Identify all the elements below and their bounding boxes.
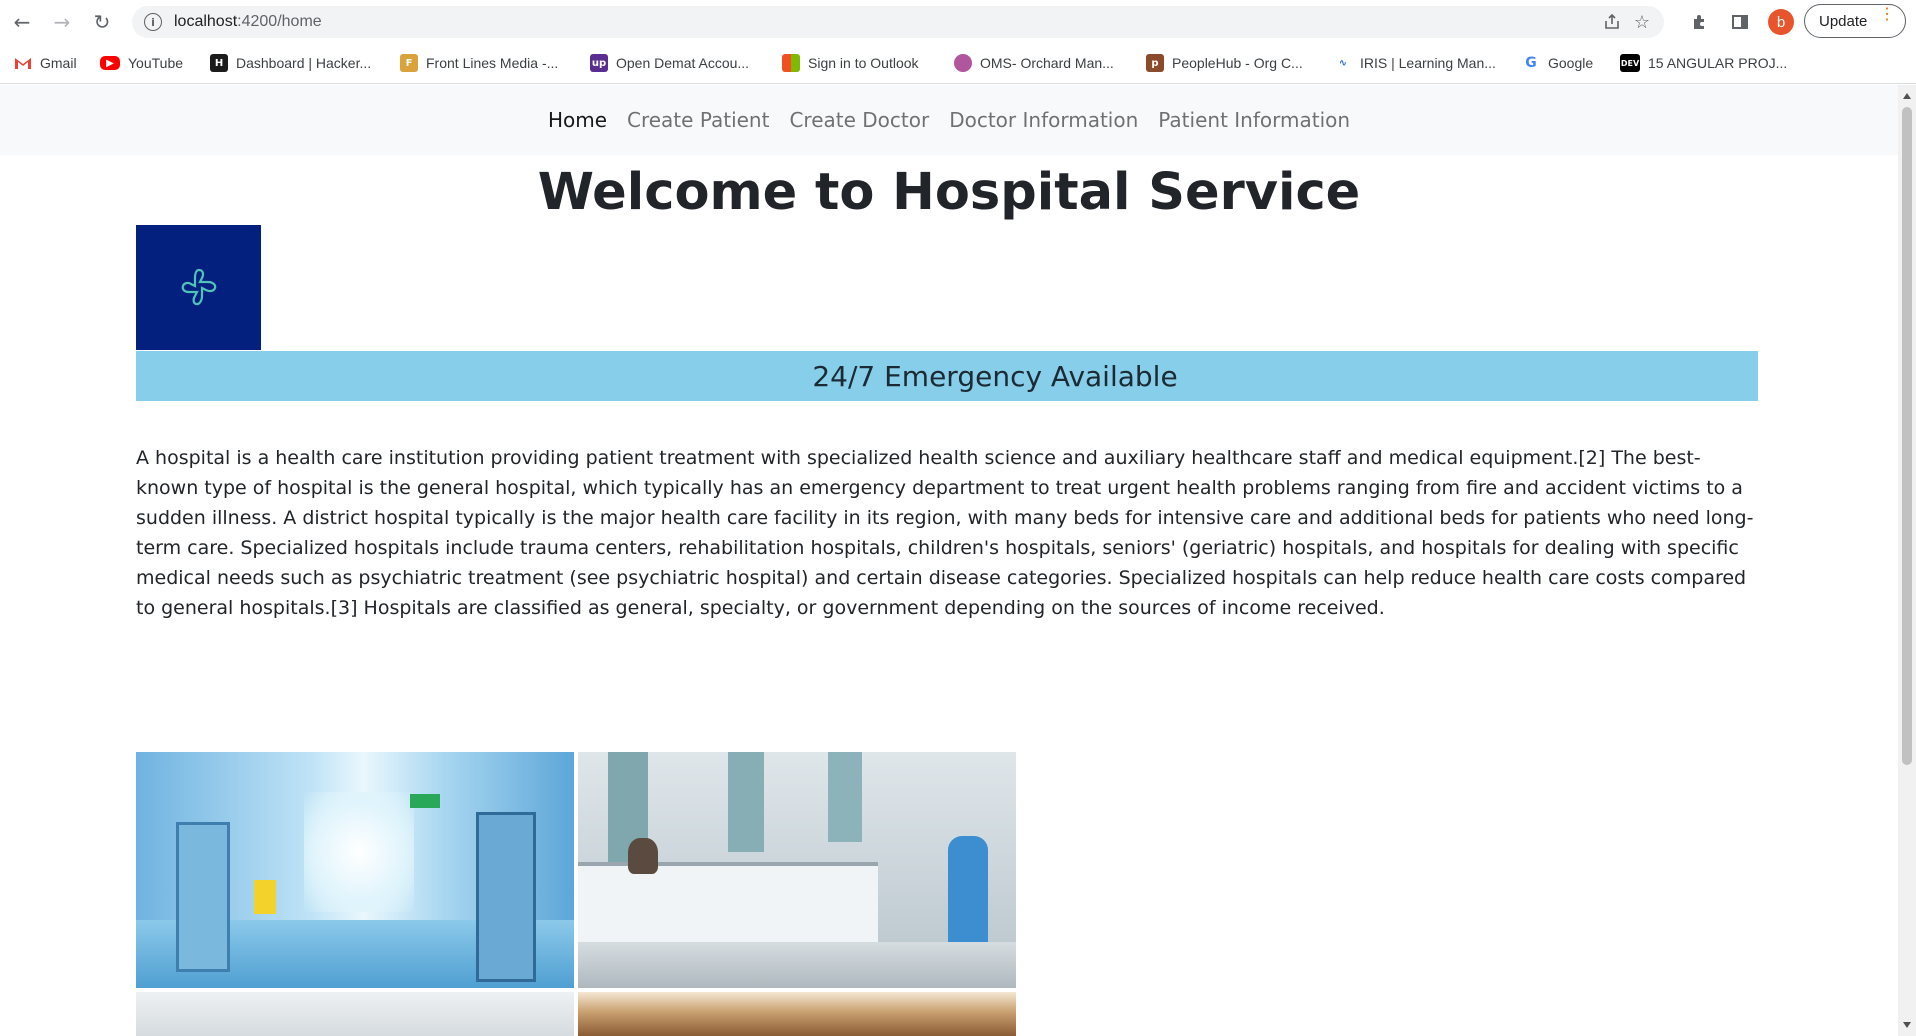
menu-dots-icon: ⋮ xyxy=(1879,6,1895,23)
bookmark-google[interactable]: G Google xyxy=(1522,52,1593,74)
forward-icon[interactable]: → xyxy=(48,8,76,36)
bookmark-gmail[interactable]: Gmail xyxy=(14,52,77,74)
bookmark-upstox[interactable]: up Open Demat Accou... xyxy=(590,52,749,74)
main-navbar: Home Create Patient Create Doctor Doctor… xyxy=(0,85,1898,155)
nav-patient-information[interactable]: Patient Information xyxy=(1158,108,1350,132)
bookmark-dev[interactable]: DEV 15 ANGULAR PROJ... xyxy=(1620,52,1787,74)
orchard-icon xyxy=(954,54,972,72)
frontlines-icon: F xyxy=(400,54,418,72)
microsoft-icon xyxy=(782,54,800,72)
url-host: localhost xyxy=(174,13,238,30)
nav-home[interactable]: Home xyxy=(548,108,607,132)
browser-toolbar: ← → ↻ i localhost:4200/home ☆ b Update ⋮ xyxy=(0,0,1916,44)
bookmark-iris[interactable]: ∿ IRIS | Learning Man... xyxy=(1334,52,1496,74)
update-label: Update xyxy=(1819,12,1868,30)
bookmark-label: Dashboard | Hacker... xyxy=(236,55,372,71)
operating-room-photo xyxy=(136,992,574,1036)
share-icon[interactable] xyxy=(1602,12,1622,32)
page-viewport: Home Create Patient Create Doctor Doctor… xyxy=(0,85,1898,1036)
banner-text: 24/7 Emergency Available xyxy=(812,359,1178,393)
gmail-icon xyxy=(14,54,32,72)
bookmark-label: IRIS | Learning Man... xyxy=(1360,55,1496,71)
emergency-banner: 24/7 Emergency Available xyxy=(136,351,1758,401)
bookmark-hackerrank[interactable]: H Dashboard | Hacker... xyxy=(210,52,371,74)
medical-cross-icon xyxy=(181,268,216,305)
bookmark-label: PeopleHub - Org C... xyxy=(1172,55,1303,71)
intro-paragraph: A hospital is a health care institution … xyxy=(136,447,1754,619)
bookmark-youtube[interactable]: ▶ YouTube xyxy=(100,52,183,74)
bookmark-orchard[interactable]: OMS- Orchard Man... xyxy=(954,52,1114,74)
scrollbar-thumb[interactable] xyxy=(1902,107,1912,765)
page-scrollbar[interactable] xyxy=(1898,85,1916,1036)
bookmark-outlook[interactable]: Sign in to Outlook xyxy=(782,52,919,74)
bookmarks-bar: Gmail ▶ YouTube H Dashboard | Hacker... … xyxy=(0,48,1916,78)
bookmark-label: Open Demat Accou... xyxy=(616,55,750,71)
site-info-icon[interactable]: i xyxy=(144,13,162,31)
hospital-ward-photo xyxy=(578,752,1016,988)
extensions-icon[interactable] xyxy=(1688,10,1712,34)
hospital-corridor-photo xyxy=(136,752,574,988)
nav-doctor-information[interactable]: Doctor Information xyxy=(949,108,1138,132)
bookmark-label: Gmail xyxy=(40,55,77,71)
browser-chrome: ← → ↻ i localhost:4200/home ☆ b Update ⋮ xyxy=(0,0,1916,84)
hospital-room-photo xyxy=(578,992,1016,1036)
iris-icon: ∿ xyxy=(1334,54,1352,72)
bookmark-label: 15 ANGULAR PROJ... xyxy=(1648,55,1788,71)
address-bar[interactable]: i localhost:4200/home ☆ xyxy=(132,6,1664,38)
hackerrank-icon: H xyxy=(210,54,228,72)
bookmark-star-icon[interactable]: ☆ xyxy=(1632,12,1652,33)
bookmark-label: OMS- Orchard Man... xyxy=(980,55,1114,71)
peoplehub-icon: p xyxy=(1146,54,1164,72)
reload-icon[interactable]: ↻ xyxy=(88,8,116,36)
youtube-icon: ▶ xyxy=(100,56,120,70)
bookmark-peoplehub[interactable]: p PeopleHub - Org C... xyxy=(1146,52,1303,74)
bookmark-frontlines[interactable]: F Front Lines Media -... xyxy=(400,52,558,74)
bookmark-label: Front Lines Media -... xyxy=(426,55,559,71)
bookmark-label: Google xyxy=(1548,55,1594,71)
profile-avatar[interactable]: b xyxy=(1768,9,1794,35)
bookmark-label: YouTube xyxy=(128,55,184,71)
nav-create-patient[interactable]: Create Patient xyxy=(627,108,769,132)
bookmark-label: Sign in to Outlook xyxy=(808,55,919,71)
nav-create-doctor[interactable]: Create Doctor xyxy=(789,108,929,132)
scroll-up-icon[interactable] xyxy=(1903,93,1911,99)
update-button[interactable]: Update ⋮ xyxy=(1804,4,1906,38)
back-icon[interactable]: ← xyxy=(8,8,36,36)
url-path: :4200/home xyxy=(237,13,322,30)
google-icon: G xyxy=(1522,54,1540,72)
dev-icon: DEV xyxy=(1620,54,1640,72)
scroll-down-icon[interactable] xyxy=(1903,1022,1911,1028)
hospital-logo xyxy=(136,225,261,350)
upstox-icon: up xyxy=(590,54,608,72)
url-text[interactable]: localhost:4200/home xyxy=(174,13,322,31)
side-panel-icon[interactable] xyxy=(1728,10,1752,34)
page-title: Welcome to Hospital Service xyxy=(537,163,1361,222)
